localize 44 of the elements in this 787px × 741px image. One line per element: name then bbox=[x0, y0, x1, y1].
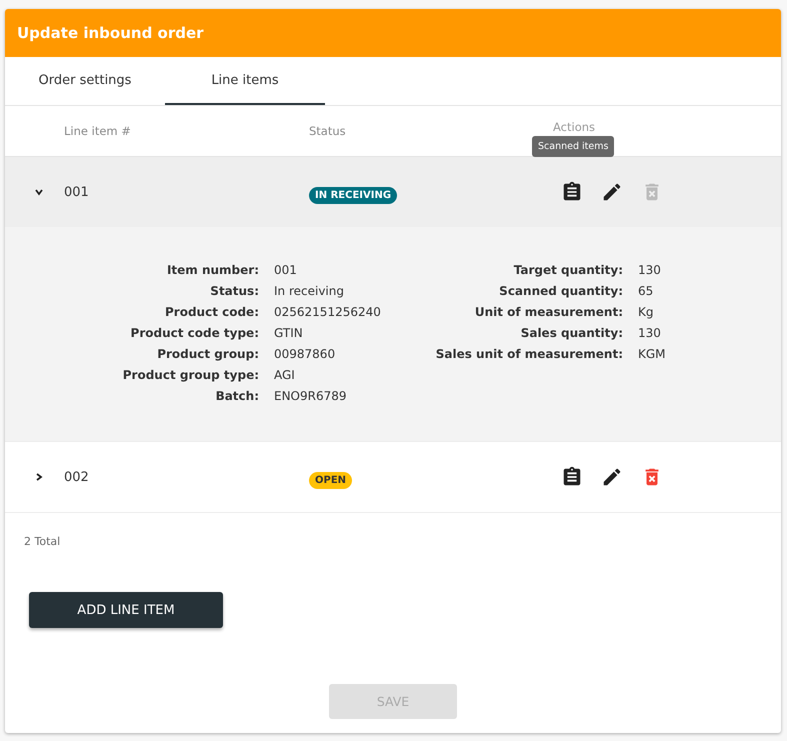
dialog-title: Update inbound order bbox=[17, 24, 204, 42]
detail-value: 130 bbox=[638, 262, 662, 279]
detail-label: Scanned quantity: bbox=[498, 283, 623, 300]
detail-label: Product group type: bbox=[122, 367, 259, 384]
detail-value: 00987860 bbox=[274, 346, 336, 363]
column-header: Line item # bbox=[64, 124, 132, 138]
column-header: Status bbox=[309, 124, 347, 138]
detail-label: Status: bbox=[209, 283, 259, 300]
table-row[interactable]: 002 OPEN bbox=[5, 442, 781, 513]
detail-label: Product code: bbox=[164, 304, 259, 321]
detail-value: KGM bbox=[638, 346, 666, 363]
detail-value: Kg bbox=[638, 304, 654, 321]
tab[interactable]: Order settings bbox=[5, 57, 165, 105]
detail-value: ENO9R6789 bbox=[274, 388, 348, 405]
detail-label: Item number: bbox=[166, 262, 259, 279]
chevron-icon[interactable] bbox=[34, 472, 44, 482]
detail-value: GTIN bbox=[274, 325, 304, 342]
clipboard-icon[interactable] bbox=[561, 181, 583, 203]
chevron-icon[interactable] bbox=[34, 187, 44, 197]
detail-label: Product group: bbox=[156, 346, 259, 363]
detail-label: Batch: bbox=[214, 388, 259, 405]
table-cell-text: 002 bbox=[64, 470, 90, 484]
status-badge: OPEN bbox=[309, 472, 352, 488]
detail-value: 001 bbox=[274, 262, 298, 279]
detail-value: 130 bbox=[638, 325, 662, 342]
column-header: Actions bbox=[552, 119, 596, 134]
tab[interactable]: Line items bbox=[165, 57, 325, 105]
add-line-item-button[interactable]: ADD LINE ITEM bbox=[29, 592, 223, 628]
clipboard-icon[interactable] bbox=[561, 466, 583, 488]
pencil-icon[interactable] bbox=[601, 181, 623, 203]
detail-value: 02562151256240 bbox=[274, 304, 381, 321]
detail-label: Target quantity: bbox=[512, 262, 623, 279]
detail-value: AGI bbox=[274, 367, 296, 384]
tooltip: Scanned items bbox=[532, 136, 614, 157]
total-count: 2 Total bbox=[24, 535, 60, 548]
table-cell-text: 001 bbox=[64, 184, 90, 200]
pencil-icon[interactable] bbox=[601, 466, 623, 488]
detail-label: Product code type: bbox=[130, 325, 259, 342]
detail-label: Sales quantity: bbox=[520, 325, 623, 342]
detail-value: In receiving bbox=[274, 283, 345, 300]
detail-label: Sales unit of measurement: bbox=[434, 346, 623, 363]
table-row[interactable]: 001 IN RECEIVING bbox=[5, 157, 781, 227]
status-badge: IN RECEIVING bbox=[309, 186, 398, 204]
detail-value: 65 bbox=[638, 283, 654, 300]
